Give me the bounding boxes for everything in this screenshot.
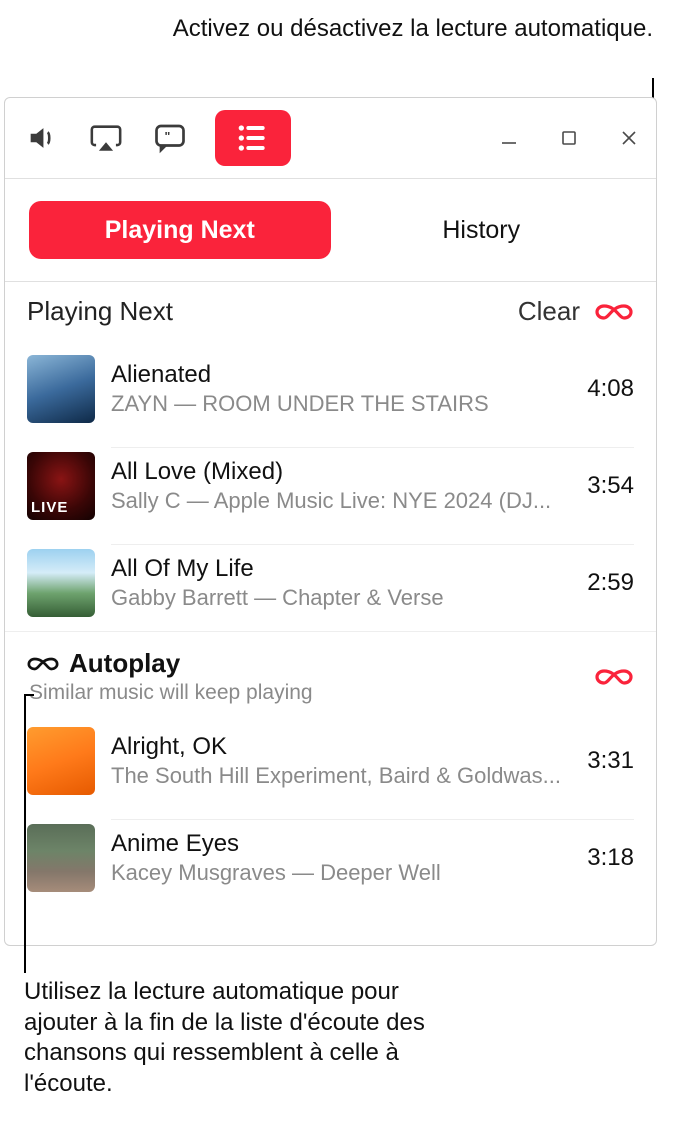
track-row[interactable]: All Love (Mixed) Sally C — Apple Music L… [5,437,656,534]
airplay-icon [89,121,123,155]
album-art [27,452,95,520]
callout-top: Activez ou désactivez la lecture automat… [173,14,653,44]
autoplay-toggle[interactable] [594,663,634,691]
window-controls [498,127,640,149]
toolbar-left: " [23,110,291,166]
album-art [27,549,95,617]
close-button[interactable] [618,127,640,149]
close-icon [620,129,638,147]
album-art [27,355,95,423]
track-subtitle: ZAYN — ROOM UNDER THE STAIRS [111,391,573,417]
album-art [27,824,95,892]
minimize-button[interactable] [498,127,520,149]
track-duration: 3:54 [587,472,634,500]
queue-button[interactable] [215,110,291,166]
track-subtitle: Sally C — Apple Music Live: NYE 2024 (DJ… [111,488,573,514]
track-duration: 3:31 [587,747,634,775]
autoplay-subtitle: Similar music will keep playing [29,681,582,705]
titlebar: " [5,98,656,179]
track-title: Alienated [111,361,573,389]
volume-button[interactable] [23,119,61,157]
queue-header: Playing Next Clear [5,282,656,341]
queue-list-icon [233,118,273,158]
lyrics-icon: " [152,120,188,156]
volume-icon [25,121,59,155]
track-duration: 2:59 [587,569,634,597]
callout-bottom: Utilisez la lecture automatique pour ajo… [24,977,444,1100]
tab-history[interactable]: History [331,201,633,259]
tab-row: Playing Next History [5,179,656,282]
track-title: Alright, OK [111,733,573,761]
queue-header-title: Playing Next [27,296,504,327]
track-title: All Of My Life [111,555,573,583]
track-subtitle: Kacey Musgraves — Deeper Well [111,860,573,886]
autoplay-toggle[interactable] [594,298,634,326]
track-title: All Love (Mixed) [111,458,573,486]
svg-text:": " [164,130,170,144]
callout-line [24,694,26,973]
infinity-icon [27,654,59,674]
autoplay-title: Autoplay [69,648,180,679]
queue-window: " [4,97,657,946]
airplay-button[interactable] [87,119,125,157]
track-subtitle: The South Hill Experiment, Baird & Goldw… [111,763,573,789]
track-row[interactable]: All Of My Life Gabby Barrett — Chapter &… [5,534,656,631]
minimize-icon [500,129,518,147]
tab-playing-next[interactable]: Playing Next [29,201,331,259]
track-row[interactable]: Anime Eyes Kacey Musgraves — Deeper Well… [5,809,656,906]
infinity-icon [595,665,633,689]
track-title: Anime Eyes [111,830,573,858]
track-row[interactable]: Alright, OK The South Hill Experiment, B… [5,713,656,809]
autoplay-section-header: Autoplay Similar music will keep playing [5,631,656,713]
track-subtitle: Gabby Barrett — Chapter & Verse [111,585,573,611]
autoplay-title-row: Autoplay [27,648,582,679]
track-row[interactable]: Alienated ZAYN — ROOM UNDER THE STAIRS 4… [5,341,656,437]
maximize-icon [560,129,578,147]
track-duration: 4:08 [587,375,634,403]
track-duration: 3:18 [587,844,634,872]
queue-list: Alienated ZAYN — ROOM UNDER THE STAIRS 4… [5,341,656,945]
clear-button[interactable]: Clear [518,296,580,327]
lyrics-button[interactable]: " [151,119,189,157]
infinity-icon [595,300,633,324]
album-art [27,727,95,795]
callout-line [24,694,34,696]
maximize-button[interactable] [558,127,580,149]
